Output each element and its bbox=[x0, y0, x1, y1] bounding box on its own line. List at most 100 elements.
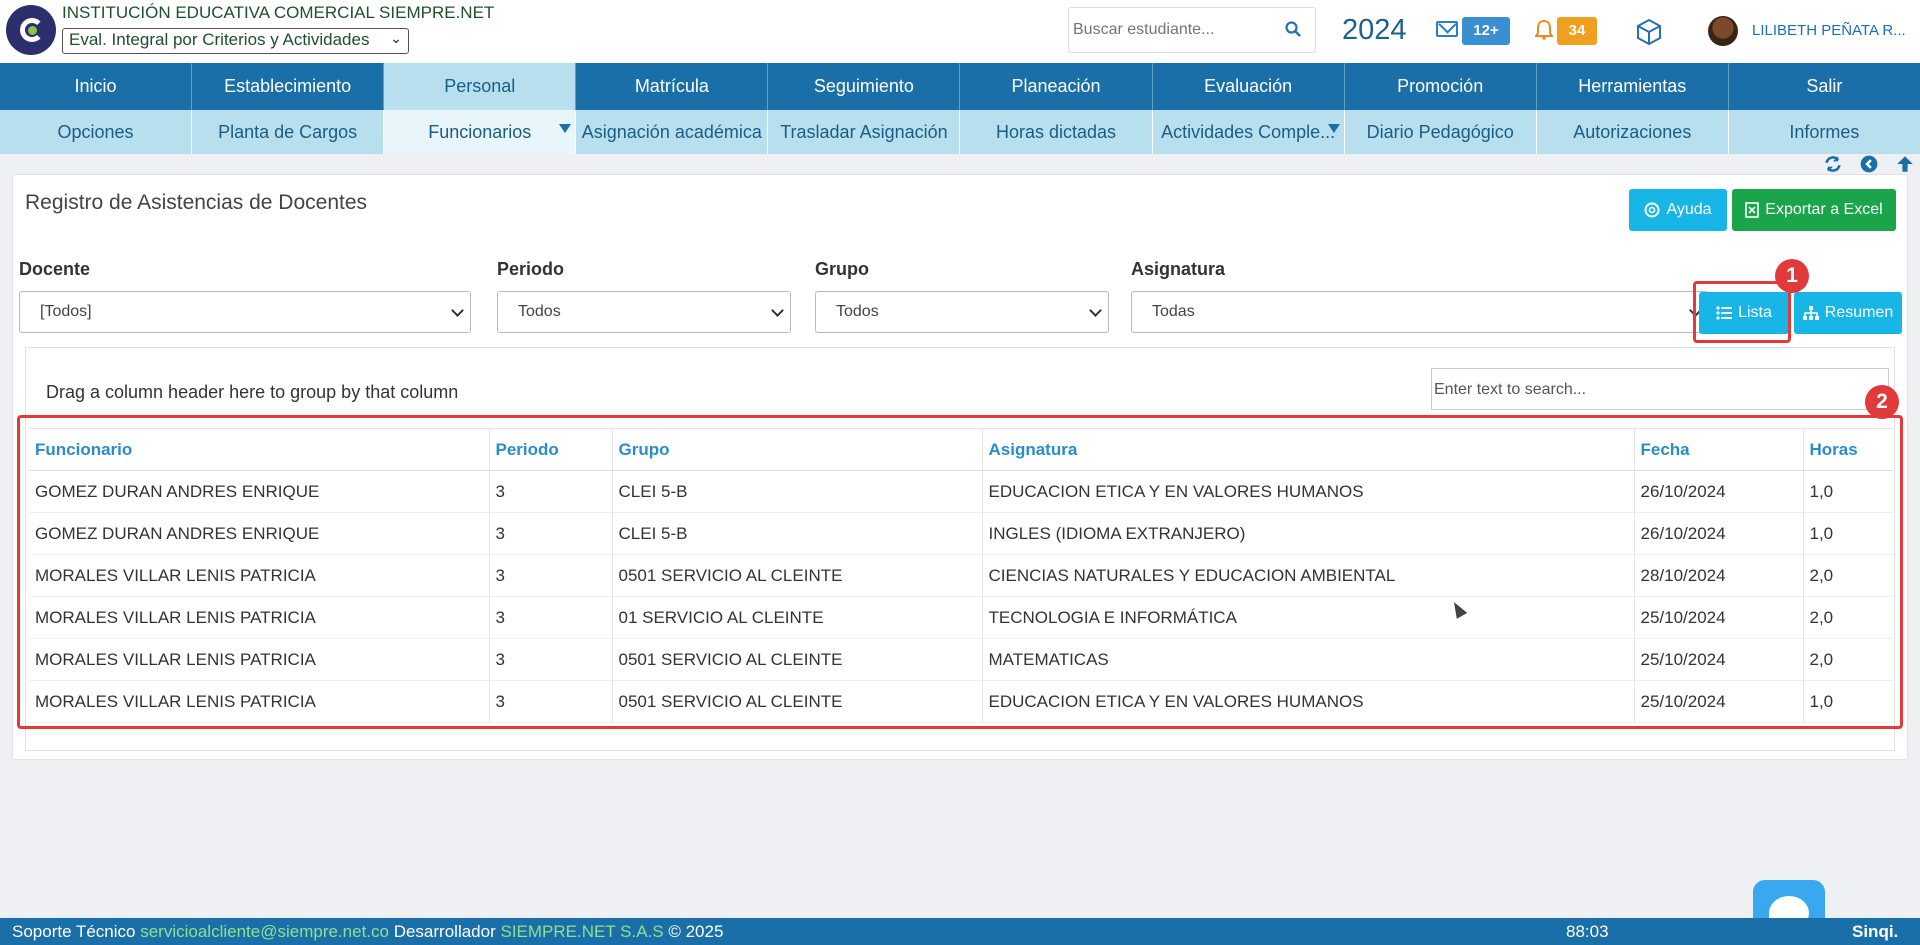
developer-link[interactable]: SIEMPRE.NET S.A.S bbox=[500, 922, 663, 941]
export-excel-label: Exportar a Excel bbox=[1765, 201, 1883, 218]
cell-asignatura: MATEMATICAS bbox=[982, 638, 1635, 681]
nav-inicio[interactable]: Inicio bbox=[0, 63, 193, 110]
column-header-horas[interactable]: Horas bbox=[1803, 428, 1893, 471]
subnav-informes[interactable]: Informes bbox=[1729, 110, 1920, 154]
cell-grupo: CLEI 5-B bbox=[612, 512, 983, 555]
nav-evaluacion[interactable]: Evaluación bbox=[1153, 63, 1345, 110]
table-row[interactable]: MORALES VILLAR LENIS PATRICIA 3 0501 SER… bbox=[29, 554, 1893, 597]
support-email-link[interactable]: servicioalcliente@siempre.net.co bbox=[140, 922, 389, 941]
session-timer: 88:03 bbox=[1566, 922, 1609, 941]
cell-grupo: CLEI 5-B bbox=[612, 470, 983, 513]
subnav-horas-dictadas[interactable]: Horas dictadas bbox=[960, 110, 1153, 154]
cell-funcionario: MORALES VILLAR LENIS PATRICIA bbox=[29, 554, 490, 597]
asignatura-select[interactable]: Todas bbox=[1131, 291, 1709, 333]
table-row[interactable]: GOMEZ DURAN ANDRES ENRIQUE 3 CLEI 5-B ED… bbox=[29, 470, 1893, 513]
bell-icon[interactable] bbox=[1535, 20, 1553, 40]
messages-badge[interactable]: 12+ bbox=[1462, 17, 1510, 45]
cell-fecha: 25/10/2024 bbox=[1634, 680, 1804, 723]
cell-periodo: 3 bbox=[489, 554, 613, 597]
attendance-table: Funcionario Periodo Grupo Asignatura Fec… bbox=[29, 428, 1893, 723]
subnav-trasladar-asignacion[interactable]: Trasladar Asignación bbox=[768, 110, 961, 154]
subnav-label: Horas dictadas bbox=[995, 122, 1117, 142]
eval-mode-select[interactable]: Eval. Integral por Criterios y Actividad… bbox=[62, 28, 409, 54]
nav-herramientas[interactable]: Herramientas bbox=[1537, 63, 1729, 110]
table-row[interactable]: MORALES VILLAR LENIS PATRICIA 3 01 SERVI… bbox=[29, 596, 1893, 639]
docente-value: [Todos] bbox=[40, 303, 92, 320]
column-header-grupo[interactable]: Grupo bbox=[612, 428, 983, 471]
school-logo[interactable] bbox=[6, 5, 56, 55]
subnav-label: Opciones bbox=[57, 122, 134, 142]
grid-search-input[interactable]: Enter text to search... bbox=[1431, 368, 1889, 410]
table-row[interactable]: MORALES VILLAR LENIS PATRICIA 3 0501 SER… bbox=[29, 638, 1893, 681]
nav-salir[interactable]: Salir bbox=[1729, 63, 1920, 110]
grupo-label: Grupo bbox=[815, 259, 869, 279]
nav-planeacion[interactable]: Planeación bbox=[960, 63, 1153, 110]
excel-file-icon bbox=[1745, 202, 1760, 218]
nav-promocion[interactable]: Promoción bbox=[1345, 63, 1537, 110]
column-header-funcionario[interactable]: Funcionario bbox=[29, 428, 490, 471]
subnav-opciones[interactable]: Opciones bbox=[0, 110, 193, 154]
docente-select[interactable]: [Todos] bbox=[19, 291, 471, 333]
cell-asignatura: EDUCACION ETICA Y EN VALORES HUMANOS bbox=[982, 470, 1635, 513]
column-header-fecha[interactable]: Fecha bbox=[1634, 428, 1804, 471]
export-excel-button[interactable]: Exportar a Excel bbox=[1732, 189, 1896, 231]
resumen-button[interactable]: Resumen bbox=[1794, 292, 1902, 334]
user-name[interactable]: LILIBETH PEÑATA R... bbox=[1752, 22, 1906, 39]
subnav-actividades-complementarias[interactable]: Actividades Comple... bbox=[1153, 110, 1345, 154]
subnav-funcionarios[interactable]: Funcionarios bbox=[384, 110, 577, 154]
cell-funcionario: MORALES VILLAR LENIS PATRICIA bbox=[29, 596, 490, 639]
nav-seguimiento[interactable]: Seguimiento bbox=[768, 63, 961, 110]
cell-funcionario: MORALES VILLAR LENIS PATRICIA bbox=[29, 638, 490, 681]
subnav-label: Asignación académica bbox=[581, 122, 762, 142]
cell-asignatura: EDUCACION ETICA Y EN VALORES HUMANOS bbox=[982, 680, 1635, 723]
school-name: INSTITUCIÓN EDUCATIVA COMERCIAL SIEMPRE.… bbox=[62, 3, 495, 22]
column-header-asignatura[interactable]: Asignatura bbox=[982, 428, 1635, 471]
cell-fecha: 26/10/2024 bbox=[1634, 512, 1804, 555]
subnav-label: Planta de Cargos bbox=[218, 122, 358, 142]
arrow-up-icon[interactable] bbox=[1896, 155, 1914, 173]
cell-horas: 1,0 bbox=[1803, 680, 1893, 723]
subnav-label: Informes bbox=[1789, 122, 1860, 142]
avatar[interactable] bbox=[1708, 16, 1738, 46]
back-circle-icon[interactable] bbox=[1860, 155, 1878, 173]
subnav-label: Trasladar Asignación bbox=[780, 122, 948, 142]
school-year[interactable]: 2024 bbox=[1342, 14, 1407, 47]
grupo-select[interactable]: Todos bbox=[815, 291, 1109, 333]
notifications-badge[interactable]: 34 bbox=[1557, 17, 1597, 45]
asignatura-label: Asignatura bbox=[1131, 259, 1226, 279]
help-button[interactable]: Ayuda bbox=[1629, 189, 1727, 231]
cube-icon[interactable] bbox=[1635, 18, 1663, 46]
search-icon[interactable] bbox=[1285, 21, 1301, 37]
cell-fecha: 25/10/2024 bbox=[1634, 638, 1804, 681]
mail-icon[interactable] bbox=[1436, 21, 1458, 37]
table-row[interactable]: MORALES VILLAR LENIS PATRICIA 3 0501 SER… bbox=[29, 680, 1893, 723]
chevron-down-icon bbox=[771, 304, 784, 317]
column-header-periodo[interactable]: Periodo bbox=[489, 428, 613, 471]
subnav-asignacion-academica[interactable]: Asignación académica bbox=[576, 110, 769, 154]
footer-credits: Soporte Técnico servicioalcliente@siempr… bbox=[12, 918, 723, 945]
cell-asignatura: CIENCIAS NATURALES Y EDUCACION AMBIENTAL bbox=[982, 554, 1635, 597]
top-header: INSTITUCIÓN EDUCATIVA COMERCIAL SIEMPRE.… bbox=[0, 0, 1920, 63]
chevron-down-icon bbox=[451, 304, 464, 317]
periodo-select[interactable]: Todos bbox=[497, 291, 791, 333]
attendance-panel: Registro de Asistencias de Docentes Ayud… bbox=[12, 174, 1908, 760]
subnav-diario-pedagogico[interactable]: Diario Pedagógico bbox=[1345, 110, 1537, 154]
group-panel-hint[interactable]: Drag a column header here to group by th… bbox=[46, 382, 458, 403]
nav-personal[interactable]: Personal bbox=[384, 63, 577, 110]
chevron-down-icon: ⌄ bbox=[390, 30, 402, 46]
cell-periodo: 3 bbox=[489, 470, 613, 513]
subnav-autorizaciones[interactable]: Autorizaciones bbox=[1537, 110, 1729, 154]
table-header-row: Funcionario Periodo Grupo Asignatura Fec… bbox=[29, 428, 1893, 471]
nav-establecimiento[interactable]: Establecimiento bbox=[192, 63, 385, 110]
dropdown-triangle-icon[interactable] bbox=[1327, 124, 1340, 133]
dropdown-triangle-icon[interactable] bbox=[559, 124, 572, 133]
refresh-icon[interactable] bbox=[1824, 155, 1842, 173]
view-tools bbox=[1824, 155, 1920, 173]
cell-horas: 1,0 bbox=[1803, 470, 1893, 513]
table-row[interactable]: GOMEZ DURAN ANDRES ENRIQUE 3 CLEI 5-B IN… bbox=[29, 512, 1893, 555]
nav-matricula[interactable]: Matrícula bbox=[576, 63, 769, 110]
subnav-planta-de-cargos[interactable]: Planta de Cargos bbox=[192, 110, 385, 154]
student-search-input[interactable] bbox=[1073, 18, 1273, 42]
cell-periodo: 3 bbox=[489, 596, 613, 639]
cell-grupo: 01 SERVICIO AL CLEINTE bbox=[612, 596, 983, 639]
